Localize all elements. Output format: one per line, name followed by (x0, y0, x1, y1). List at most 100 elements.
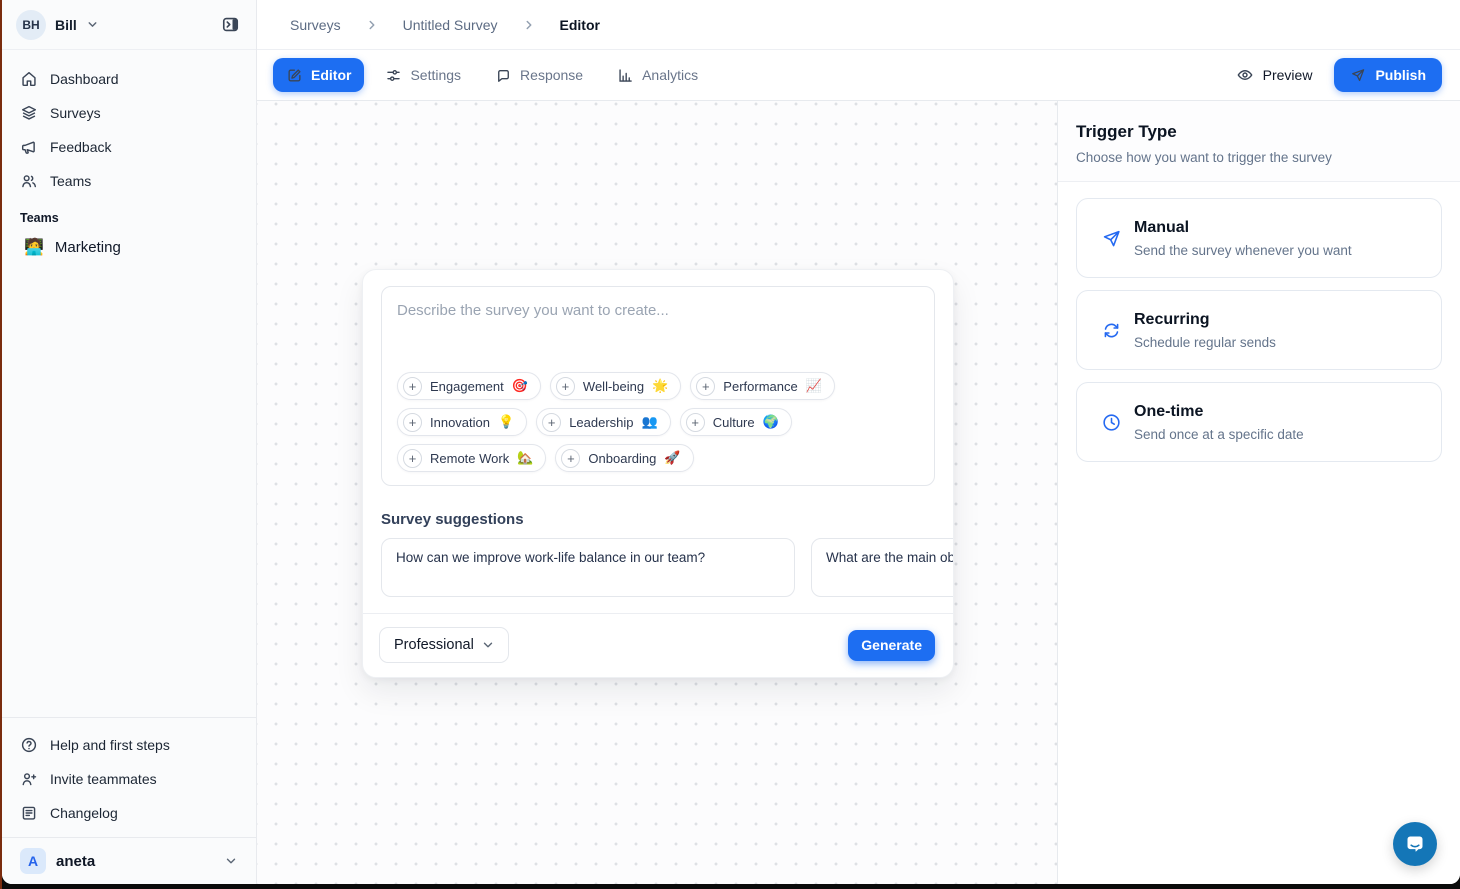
publish-label: Publish (1375, 67, 1426, 83)
sidebar-item-teams[interactable]: Teams (12, 164, 246, 198)
breadcrumb-editor: Editor (560, 17, 600, 33)
trigger-description: Send the survey whenever you want (1134, 243, 1352, 258)
chip-culture[interactable]: +Culture🌍 (680, 408, 792, 436)
sidebar-item-label: Feedback (50, 139, 111, 155)
app-window: BH Bill Dashboard (2, 0, 1460, 884)
chip-leadership[interactable]: +Leadership👥 (536, 408, 671, 436)
trigger-title: One-time (1134, 403, 1304, 421)
chip-innovation[interactable]: +Innovation💡 (397, 408, 527, 436)
trigger-description: Schedule regular sends (1134, 335, 1276, 350)
panel-subtitle: Choose how you want to trigger the surve… (1076, 150, 1442, 165)
trigger-options: Manual Send the survey whenever you want… (1058, 182, 1460, 490)
collapse-sidebar-button[interactable] (217, 12, 243, 38)
suggestions-title: Survey suggestions (381, 511, 935, 528)
trigger-option-manual[interactable]: Manual Send the survey whenever you want (1076, 198, 1442, 278)
chip-engagement[interactable]: +Engagement🎯 (397, 372, 541, 400)
workspace-name: Bill (55, 17, 77, 33)
layers-icon (20, 104, 38, 122)
home-icon (20, 70, 38, 88)
chip-label: Leadership (569, 415, 633, 430)
bar-chart-icon (617, 67, 634, 84)
sidebar-item-help[interactable]: Help and first steps (12, 728, 246, 762)
users-icon (20, 172, 38, 190)
chip-remote-work[interactable]: +Remote Work🏡 (397, 444, 546, 472)
chip-label: Culture (713, 415, 755, 430)
chip-emoji: 📈 (806, 378, 822, 394)
tab-label: Analytics (642, 67, 698, 83)
breadcrumb-untitled-survey[interactable]: Untitled Survey (403, 17, 498, 33)
chip-emoji: 🚀 (664, 450, 680, 466)
chip-well-being[interactable]: +Well-being🌟 (550, 372, 681, 400)
panel-title: Trigger Type (1076, 122, 1442, 142)
chip-label: Innovation (430, 415, 490, 430)
tab-label: Response (520, 67, 583, 83)
plus-icon: + (403, 449, 422, 468)
footer-item-label: Invite teammates (50, 771, 157, 787)
tone-select[interactable]: Professional (379, 627, 509, 663)
chip-performance[interactable]: + Performance 📈 (690, 372, 835, 400)
chat-launcher-button[interactable] (1393, 822, 1437, 866)
technologist-emoji-icon: 🧑‍💻 (24, 237, 44, 257)
plus-icon: + (556, 377, 575, 396)
sidebar-item-invite[interactable]: Invite teammates (12, 762, 246, 796)
sidebar-item-feedback[interactable]: Feedback (12, 130, 246, 164)
generate-button[interactable]: Generate (848, 630, 935, 661)
editor-canvas: Describe the survey you want to create..… (257, 101, 1057, 884)
plus-icon: + (696, 377, 715, 396)
user-plus-icon (20, 770, 38, 788)
breadcrumb: Surveys Untitled Survey Editor (257, 0, 1460, 50)
chevron-right-icon (365, 18, 379, 32)
composer-footer: Professional Generate (363, 614, 953, 677)
trigger-title: Manual (1134, 219, 1352, 237)
chip-emoji: 🌟 (652, 378, 668, 394)
publish-button[interactable]: Publish (1334, 58, 1442, 92)
footer-item-label: Help and first steps (50, 737, 170, 753)
breadcrumb-surveys[interactable]: Surveys (290, 17, 341, 33)
tab-analytics[interactable]: Analytics (604, 58, 711, 92)
sidebar-item-changelog[interactable]: Changelog (12, 796, 246, 830)
plus-icon: + (561, 449, 580, 468)
chip-emoji: 🏡 (517, 450, 533, 466)
suggestion-card[interactable]: How can we improve work-life balance in … (381, 538, 795, 597)
chip-label: Onboarding (588, 451, 656, 466)
divider (2, 837, 256, 838)
chip-label: Performance (723, 379, 797, 394)
repeat-icon (1101, 320, 1122, 341)
chip-emoji: 🌍 (763, 414, 779, 430)
tone-selected-value: Professional (394, 637, 474, 653)
chip-label: Engagement (430, 379, 504, 394)
tab-editor[interactable]: Editor (273, 58, 364, 92)
sidebar-team-marketing[interactable]: 🧑‍💻 Marketing (12, 230, 246, 264)
eye-icon (1236, 66, 1254, 84)
chevron-down-icon (86, 18, 99, 31)
newspaper-icon (20, 804, 38, 822)
tab-settings[interactable]: Settings (372, 58, 474, 92)
sidebar-header: BH Bill (2, 0, 256, 50)
workspace-switcher[interactable]: BH Bill (16, 10, 99, 40)
tab-label: Editor (311, 67, 351, 83)
trigger-title: Recurring (1134, 311, 1276, 329)
panel-header: Trigger Type Choose how you want to trig… (1058, 101, 1460, 182)
chat-bubble-icon (495, 67, 512, 84)
survey-composer-card: Describe the survey you want to create..… (362, 269, 954, 678)
suggestion-card[interactable]: What are the main ob (811, 538, 953, 597)
pencil-square-icon (286, 67, 303, 84)
tab-response[interactable]: Response (482, 58, 596, 92)
chevron-down-icon (481, 638, 495, 652)
trigger-option-one-time[interactable]: One-time Send once at a specific date (1076, 382, 1442, 462)
sidebar-item-dashboard[interactable]: Dashboard (12, 62, 246, 96)
preview-button[interactable]: Preview (1236, 66, 1313, 84)
trigger-type-panel: Trigger Type Choose how you want to trig… (1057, 101, 1460, 884)
team-label: Marketing (55, 239, 121, 256)
chevron-right-icon (522, 18, 536, 32)
survey-prompt-input[interactable]: Describe the survey you want to create..… (381, 286, 935, 486)
sidebar-item-surveys[interactable]: Surveys (12, 96, 246, 130)
preview-label: Preview (1263, 67, 1313, 83)
chip-emoji: 🎯 (512, 378, 528, 394)
user-menu[interactable]: A aneta (12, 844, 246, 880)
chip-onboarding[interactable]: + Onboarding 🚀 (555, 444, 693, 472)
sidebar-section-teams: Teams (12, 198, 246, 230)
toolbar: Editor Settings Response Analytics (257, 50, 1460, 101)
trigger-option-recurring[interactable]: Recurring Schedule regular sends (1076, 290, 1442, 370)
clock-icon (1101, 412, 1122, 433)
